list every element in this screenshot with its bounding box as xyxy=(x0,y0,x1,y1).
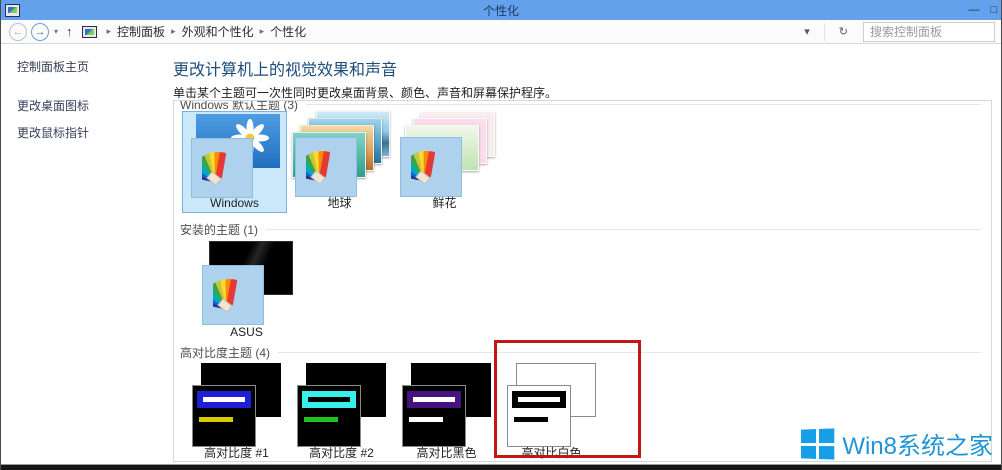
theme-list-panel: Windows 默认主题 (3) xyxy=(173,100,992,462)
sidebar-item-control-panel-home[interactable]: 控制面板主页 xyxy=(17,58,171,75)
theme-label: 高对比度 #2 xyxy=(289,444,394,461)
section-installed-themes: 安装的主题 (1) xyxy=(180,221,981,238)
minimize-button[interactable]: — xyxy=(961,0,987,20)
divider xyxy=(824,23,825,41)
personalization-window: 个性化 — □ ← → ▾ ↑ ▸ 控制面板 ▸ 外观和个性化 ▸ 个性化 ▾ … xyxy=(0,0,1002,470)
window-bottom-edge xyxy=(1,464,1001,470)
theme-high-contrast-white[interactable]: 高对比白色 xyxy=(499,361,604,462)
theme-fan-icon xyxy=(202,265,264,325)
theme-label: 鲜花 xyxy=(392,194,497,211)
breadcrumb-control-panel[interactable]: 控制面板 xyxy=(117,23,165,40)
theme-high-contrast-black[interactable]: 高对比黑色 xyxy=(394,361,499,462)
crumb-separator-icon: ▸ xyxy=(107,26,112,37)
title-bar: 个性化 — □ xyxy=(1,0,1001,20)
theme-label: 地球 xyxy=(287,194,392,211)
sidebar-item-change-desktop-icons[interactable]: 更改桌面图标 xyxy=(17,97,171,114)
theme-flowers[interactable]: 鲜花 xyxy=(392,111,497,213)
breadcrumb-personalization[interactable]: 个性化 xyxy=(270,23,306,40)
section-title: 安装的主题 (1) xyxy=(180,221,258,238)
site-watermark: Win8系统之家 xyxy=(800,426,993,461)
windows-logo-icon xyxy=(801,428,834,459)
section-high-contrast-themes: 高对比度主题 (4) xyxy=(180,344,981,361)
address-dropdown-icon[interactable]: ▾ xyxy=(804,25,810,38)
theme-label: 高对比度 #1 xyxy=(184,444,289,461)
breadcrumb: ▸ 控制面板 ▸ 外观和个性化 ▸ 个性化 xyxy=(80,22,798,42)
address-tools: ▾ ↻ xyxy=(797,23,855,41)
crumb-separator-icon: ▸ xyxy=(171,26,176,37)
page-subtitle: 单击某个主题可一次性同时更改桌面背景、颜色、声音和屏幕保护程序。 xyxy=(173,84,557,101)
breadcrumb-appearance[interactable]: 外观和个性化 xyxy=(182,23,254,40)
theme-high-contrast-1[interactable]: 高对比度 #1 xyxy=(184,361,289,462)
navigation-toolbar: ← → ▾ ↑ ▸ 控制面板 ▸ 外观和个性化 ▸ 个性化 ▾ ↻ xyxy=(1,20,1001,44)
theme-preview xyxy=(507,385,571,447)
theme-label: 高对比黑色 xyxy=(394,444,499,461)
crumb-separator-icon: ▸ xyxy=(260,26,265,37)
back-icon[interactable]: ← xyxy=(9,23,27,41)
window-controls: — □ xyxy=(961,0,1001,20)
control-panel-icon xyxy=(82,26,97,38)
theme-high-contrast-2[interactable]: 高对比度 #2 xyxy=(289,361,394,462)
page-title: 更改计算机上的视觉效果和声音 xyxy=(173,56,397,80)
maximize-button[interactable]: □ xyxy=(987,0,1001,20)
sidebar: 控制面板主页 更改桌面图标 更改鼠标指针 xyxy=(1,44,171,151)
sidebar-item-change-mouse-pointers[interactable]: 更改鼠标指针 xyxy=(17,124,171,141)
forward-icon[interactable]: → xyxy=(31,23,49,41)
theme-asus[interactable]: ASUS xyxy=(194,239,299,341)
theme-fan-icon xyxy=(400,137,462,197)
section-title: 高对比度主题 (4) xyxy=(180,344,270,361)
search-input[interactable] xyxy=(863,22,995,42)
theme-label: ASUS xyxy=(194,325,299,339)
theme-label: Windows xyxy=(183,196,286,210)
window-title: 个性化 xyxy=(1,2,1001,19)
theme-preview xyxy=(297,385,361,447)
theme-label: 高对比白色 xyxy=(499,444,604,461)
theme-fan-icon xyxy=(295,137,357,197)
theme-preview xyxy=(192,385,256,447)
theme-fan-icon xyxy=(191,138,253,198)
refresh-icon[interactable]: ↻ xyxy=(839,25,848,38)
history-dropdown-icon[interactable]: ▾ xyxy=(54,27,58,36)
up-icon[interactable]: ↑ xyxy=(66,24,73,39)
theme-preview xyxy=(402,385,466,447)
site-name: Win8系统之家 xyxy=(842,426,993,461)
theme-earth[interactable]: 地球 xyxy=(287,111,392,213)
theme-windows[interactable]: Windows xyxy=(182,111,287,213)
